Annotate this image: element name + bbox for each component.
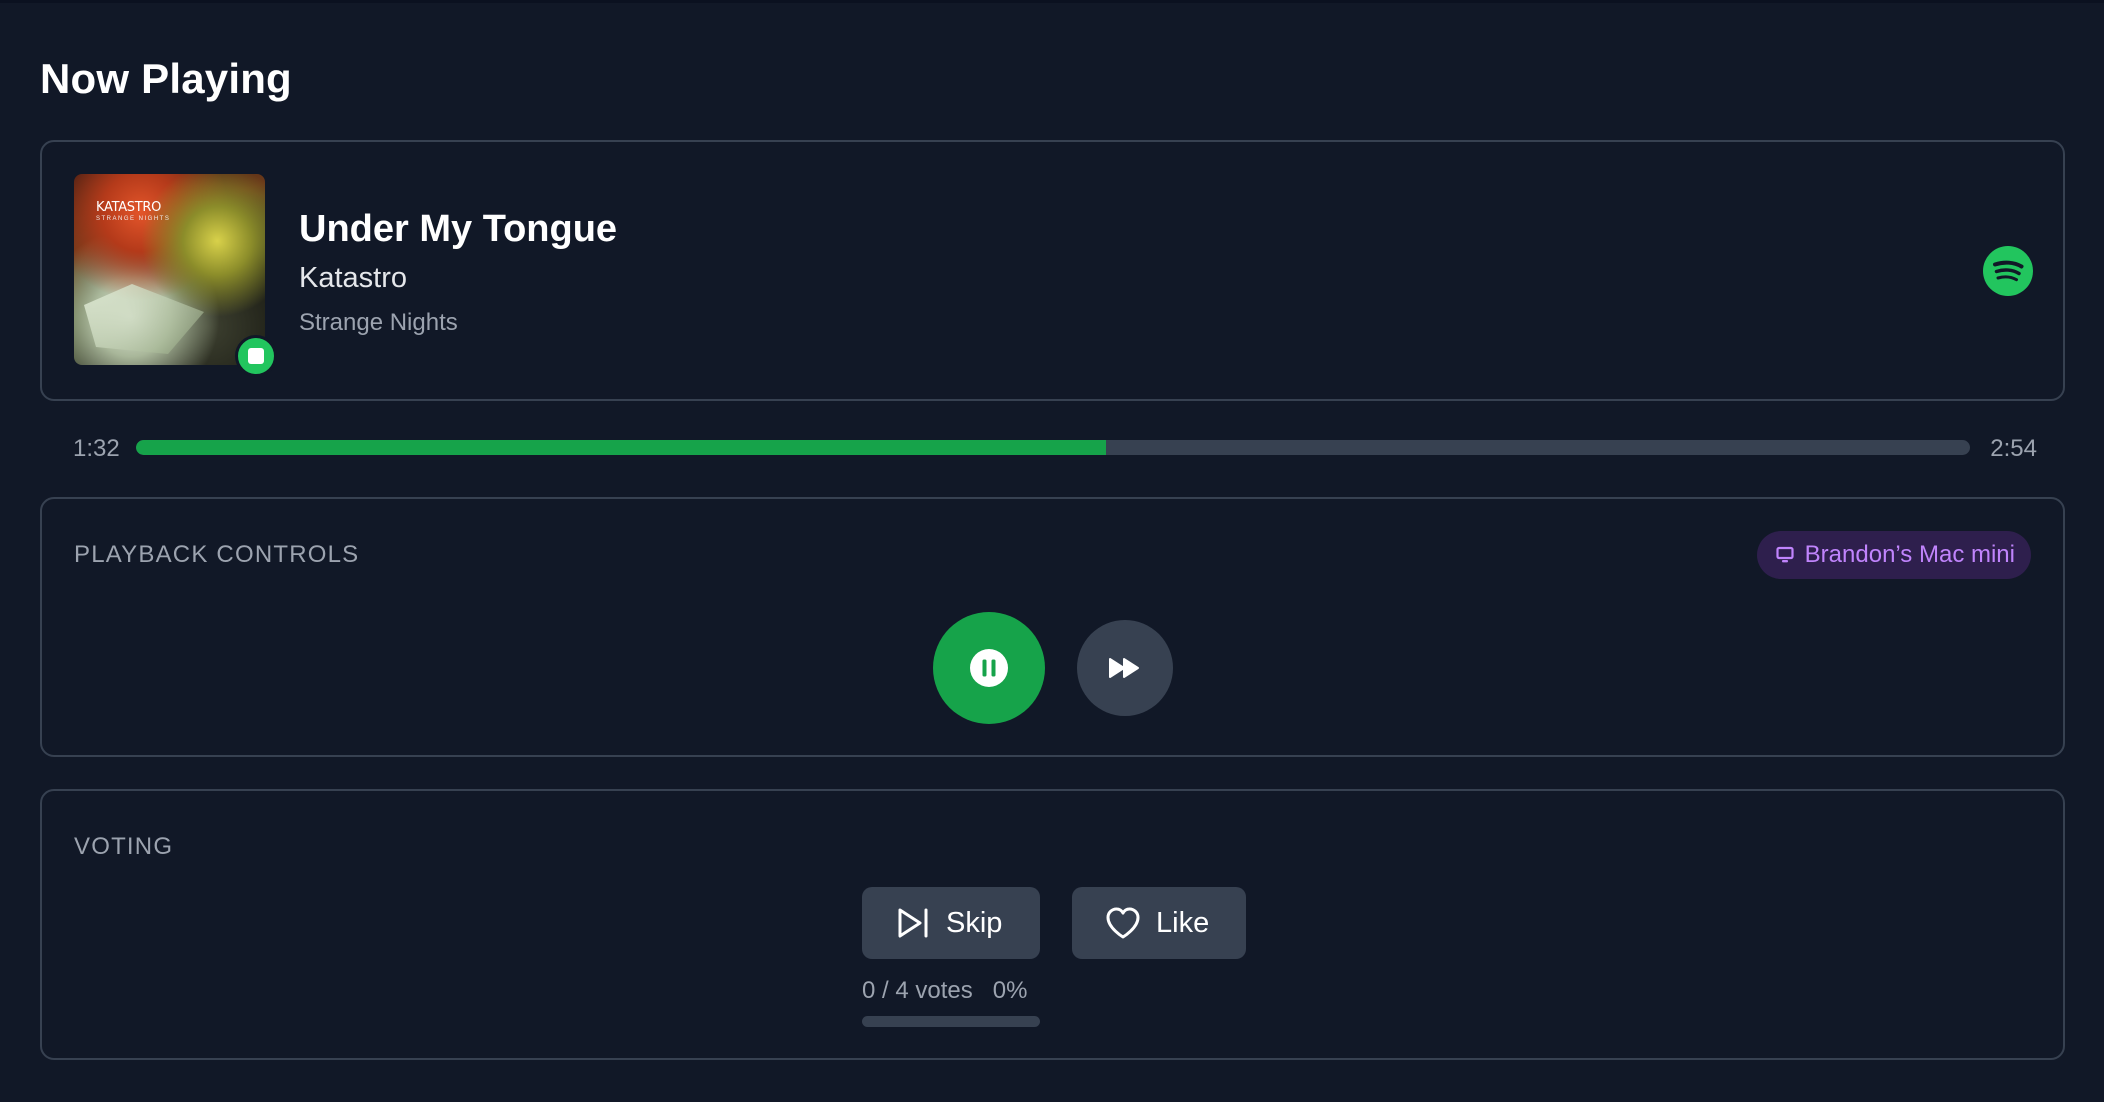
device-badge[interactable]: Brandon’s Mac mini xyxy=(1756,531,2031,579)
now-playing-page: Now Playing KATASTRO STRANGE NIGHTS Unde… xyxy=(0,3,2104,1102)
skip-icon xyxy=(898,908,928,938)
track-title: Under My Tongue xyxy=(299,208,618,250)
skip-vote-button[interactable]: Skip xyxy=(862,887,1040,959)
album-art-title: KATASTRO xyxy=(96,200,162,215)
pause-button[interactable] xyxy=(933,612,1045,724)
album-art: KATASTRO STRANGE NIGHTS xyxy=(74,174,265,365)
stop-icon[interactable] xyxy=(235,335,277,377)
heart-icon xyxy=(1106,907,1140,939)
page-title: Now Playing xyxy=(40,55,292,102)
progress-fill xyxy=(136,440,1107,455)
monitor-icon xyxy=(1776,546,1794,563)
vote-progress-bar xyxy=(862,1016,1040,1027)
vote-count: 0 / 4 votes xyxy=(862,977,973,1004)
vote-percent: 0% xyxy=(992,977,1028,1004)
progress-bar[interactable] xyxy=(136,440,1970,455)
fast-forward-icon xyxy=(1109,658,1139,678)
track-album: Strange Nights xyxy=(299,309,458,336)
like-vote-button[interactable]: Like xyxy=(1072,887,1246,959)
album-art-container: KATASTRO STRANGE NIGHTS xyxy=(74,174,277,377)
pause-icon xyxy=(970,649,1008,687)
voting-label: VOTING xyxy=(74,833,174,860)
now-playing-card: KATASTRO STRANGE NIGHTS Under My Tongue … xyxy=(40,140,2065,401)
spotify-icon xyxy=(1983,246,2033,296)
like-label: Like xyxy=(1156,906,1210,939)
vote-stats: 0 / 4 votes 0% xyxy=(862,977,1027,1005)
track-artist: Katastro xyxy=(299,262,407,294)
device-name: Brandon’s Mac mini xyxy=(1804,541,2015,568)
playback-controls-card: PLAYBACK CONTROLS Brandon’s Mac mini xyxy=(40,497,2065,757)
total-time: 2:54 xyxy=(1990,435,2037,462)
fast-forward-button[interactable] xyxy=(1077,620,1173,716)
album-art-subtitle: STRANGE NIGHTS xyxy=(96,216,171,222)
voting-card: VOTING Skip Like 0 / 4 votes 0% xyxy=(40,789,2065,1060)
playback-controls-label: PLAYBACK CONTROLS xyxy=(74,541,360,568)
elapsed-time: 1:32 xyxy=(73,435,120,462)
skip-label: Skip xyxy=(946,906,1003,939)
